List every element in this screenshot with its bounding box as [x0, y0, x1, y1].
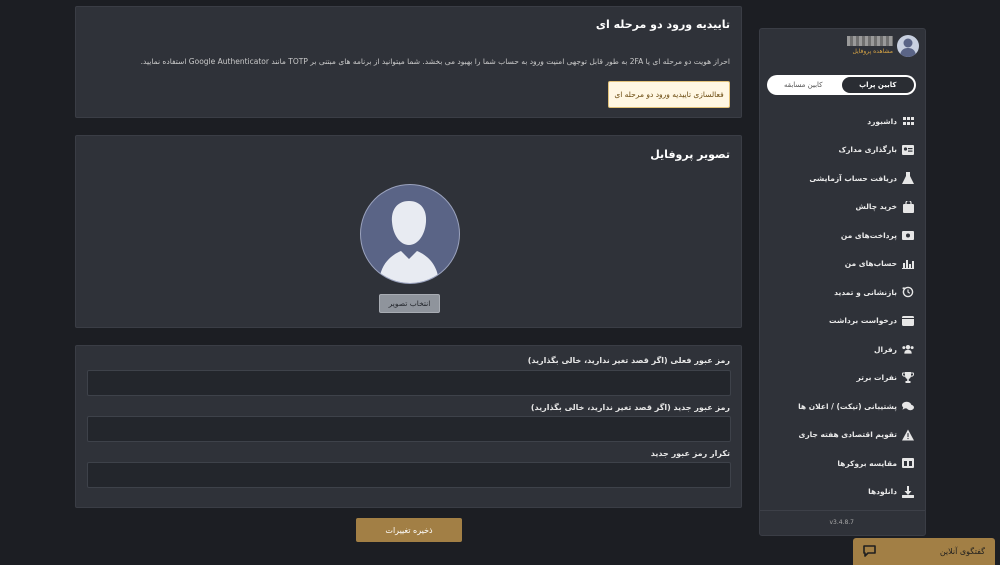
columns-icon: [902, 457, 914, 469]
sidebar-item-label: بارگذاری مدارک: [838, 145, 897, 155]
sidebar-item-label: دریافت حساب آزمایشی: [809, 173, 897, 183]
warning-icon: [902, 429, 914, 441]
id-card-icon: [902, 144, 914, 156]
toggle-competition-cabin[interactable]: کابین مسابقه: [767, 75, 840, 95]
sidebar-item-reset-renew[interactable]: بازنشانی و تمدید: [769, 278, 914, 307]
sidebar-item-documents[interactable]: بارگذاری مدارک: [769, 136, 914, 165]
password-card: رمز عبور فعلی (اگر قصد تغیر ندارید، خالی…: [75, 345, 742, 508]
two-factor-card: تاییدیه ورود دو مرحله ای احراز هویت دو م…: [75, 6, 742, 118]
sidebar-item-withdrawal[interactable]: درخواست برداشت: [769, 307, 914, 336]
new-password-input[interactable]: [87, 416, 731, 442]
sidebar-item-label: نفرات برتر: [856, 373, 897, 383]
sidebar-menu: داشبورد بارگذاری مدارک دریافت حساب آزمای…: [769, 107, 914, 506]
shopping-bag-icon: [902, 200, 914, 213]
wallet-icon: [902, 315, 914, 327]
sidebar-item-label: درخواست برداشت: [829, 316, 897, 326]
history-icon: [902, 286, 914, 298]
enable-two-factor-button[interactable]: فعالسازی تاییدیه ورود دو مرحله ای: [608, 81, 730, 108]
sidebar-item-broker-compare[interactable]: مقایسه بروکرها: [769, 449, 914, 478]
sidebar-item-support[interactable]: پشتیبانی (تیکت) / اعلان ها: [769, 392, 914, 421]
sidebar-divider: [760, 510, 925, 511]
user-icon: [900, 38, 916, 57]
sidebar-item-trial-account[interactable]: دریافت حساب آزمایشی: [769, 164, 914, 193]
sidebar-item-label: دانلودها: [868, 487, 897, 497]
confirm-password-label: تکرار رمز عبور جدید: [650, 449, 730, 458]
new-password-label: رمز عبور جدید (اگر قصد تغیر ندارید، خالی…: [530, 403, 730, 412]
sidebar-item-label: مقایسه بروکرها: [837, 458, 897, 468]
chat-bubbles-icon: [902, 400, 914, 412]
current-password-label: رمز عبور فعلی (اگر قصد تغیر ندارید، خالی…: [527, 356, 730, 365]
app-version: v3.4.8.7: [829, 519, 854, 526]
choose-image-button[interactable]: انتخاب تصویر: [379, 294, 440, 313]
sidebar-item-downloads[interactable]: دانلودها: [769, 478, 914, 507]
cabin-toggle[interactable]: کابین پراپ کابین مسابقه: [767, 75, 916, 95]
user-avatar[interactable]: [897, 35, 919, 57]
sidebar-item-label: بازنشانی و تمدید: [834, 287, 897, 297]
trophy-icon: [902, 372, 914, 384]
sidebar-item-label: رفرال: [874, 344, 897, 354]
toggle-prop-cabin[interactable]: کابین پراپ: [841, 77, 914, 93]
flask-icon: [902, 172, 914, 185]
grid-icon: [902, 115, 914, 127]
chat-icon: [863, 542, 876, 561]
profile-picture-card: تصویر پروفایل انتخاب تصویر: [75, 135, 742, 328]
view-profile-link[interactable]: مشاهده پروفایل: [852, 48, 893, 55]
sidebar-item-label: پشتیبانی (تیکت) / اعلان ها: [798, 401, 897, 411]
sidebar-item-buy-challenge[interactable]: خرید چالش: [769, 193, 914, 222]
sidebar-item-payments[interactable]: پرداخت‌های من: [769, 221, 914, 250]
two-factor-title: تاییدیه ورود دو مرحله ای: [595, 18, 730, 31]
sidebar-item-label: داشبورد: [867, 116, 897, 126]
confirm-password-input[interactable]: [87, 462, 731, 488]
two-factor-description: احراز هویت دو مرحله ای یا 2FA به طور قاب…: [140, 57, 730, 66]
sidebar-item-referral[interactable]: رفرال: [769, 335, 914, 364]
chat-label: گفتگوی آنلاین: [939, 547, 985, 556]
username-blurred: [847, 36, 893, 46]
save-changes-button[interactable]: ذخیره تغییرات: [356, 518, 462, 542]
sidebar: مشاهده پروفایل کابین پراپ کابین مسابقه د…: [759, 28, 926, 536]
sidebar-item-label: خرید چالش: [855, 202, 897, 212]
profile-picture-title: تصویر پروفایل: [650, 148, 730, 161]
bar-chart-icon: [902, 258, 914, 270]
user-silhouette-icon: [379, 201, 439, 283]
online-chat-widget[interactable]: گفتگوی آنلاین: [853, 538, 995, 565]
sidebar-item-dashboard[interactable]: داشبورد: [769, 107, 914, 136]
current-password-input[interactable]: [87, 370, 731, 396]
users-icon: [902, 343, 914, 355]
sidebar-item-label: تقویم اقتصادی هفته جاری: [798, 430, 897, 440]
sidebar-item-label: پرداخت‌های من: [840, 230, 897, 240]
sidebar-item-my-accounts[interactable]: حساب‌های من: [769, 250, 914, 279]
sidebar-item-economic-calendar[interactable]: تقویم اقتصادی هفته جاری: [769, 421, 914, 450]
profile-avatar: [360, 184, 460, 284]
money-bill-icon: [902, 229, 914, 241]
download-icon: [902, 485, 914, 498]
sidebar-item-label: حساب‌های من: [844, 259, 897, 269]
sidebar-item-top-traders[interactable]: نفرات برتر: [769, 364, 914, 393]
